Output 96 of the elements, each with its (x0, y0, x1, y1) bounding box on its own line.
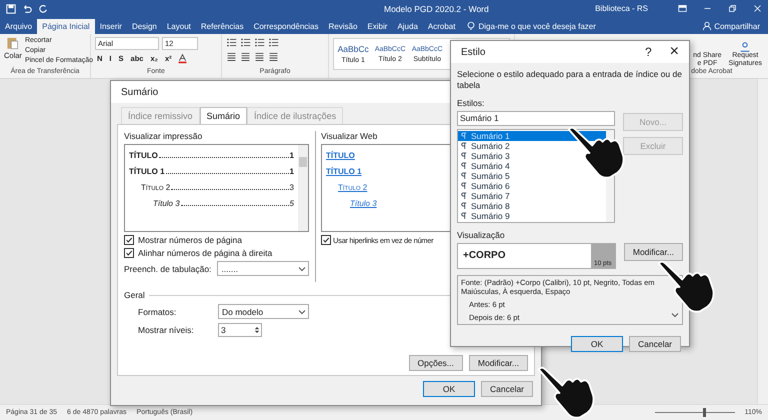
pilcrow-icon (461, 172, 467, 180)
ribbon-tab[interactable]: Exibir (362, 19, 392, 34)
align-icon[interactable] (226, 51, 237, 62)
ribbon-tab[interactable]: Design (126, 19, 162, 34)
checkbox[interactable] (124, 248, 134, 258)
style-name-field[interactable]: Sumário 1 (457, 111, 615, 126)
ribbon-tab[interactable]: Inserir (94, 19, 127, 34)
ribbon-tab[interactable]: Arquivo (0, 19, 38, 34)
list-icon[interactable] (226, 37, 237, 48)
style-list-item[interactable]: Sumário 7 (458, 191, 606, 201)
dialog-tab[interactable]: Sumário (200, 107, 248, 124)
field-label: Mostrar níveis: (138, 325, 195, 335)
lightbulb-icon (466, 21, 476, 31)
cancel-button[interactable]: Cancelar (481, 381, 533, 397)
instruction-text: Selecione o estilo adequado para a entrada de índice ou de tabela (457, 69, 683, 91)
tell-me-field[interactable]: Diga-me o que você deseja fazer (478, 19, 596, 34)
tab-leader-dropdown[interactable]: ....... (217, 261, 309, 276)
checkbox-label[interactable]: Mostrar números de página (138, 235, 242, 245)
section-label: Visualização (457, 230, 506, 240)
save-icon[interactable] (6, 4, 16, 14)
toc-link[interactable]: TÍTULO 1 (326, 167, 362, 176)
toc-entry: Título 2 3 (140, 183, 294, 192)
scroll-down-icon[interactable] (671, 312, 679, 318)
ribbon-tab[interactable]: Acrobat (422, 19, 460, 34)
ok-button[interactable]: OK (423, 381, 475, 397)
person-icon (702, 21, 712, 31)
pilcrow-icon (461, 202, 467, 210)
list-icon[interactable] (254, 37, 265, 48)
field-label: Preench. de tabulação: (124, 264, 212, 274)
share-button[interactable]: Compartilhar (714, 19, 760, 34)
checkbox[interactable] (321, 235, 331, 245)
ok-button[interactable]: OK (571, 336, 623, 352)
style-list-item[interactable]: Sumário 8 (458, 201, 606, 211)
checkmark-icon (322, 236, 330, 244)
pilcrow-icon (461, 152, 467, 160)
align-icon[interactable] (254, 51, 265, 62)
cancel-button[interactable]: Cancelar (629, 336, 681, 352)
pilcrow-icon (461, 182, 467, 190)
preview-text: +CORPO (462, 249, 507, 263)
scrollbar[interactable] (757, 79, 768, 404)
levels-spinbox[interactable]: 3 (218, 323, 262, 337)
checkbox[interactable] (124, 235, 134, 245)
style-list-item[interactable]: Sumário 3 (458, 151, 606, 161)
toc-link[interactable]: Título 2 (338, 183, 368, 192)
account-name: Biblioteca - RS (595, 4, 648, 13)
toc-entry: TÍTULO 1 (129, 151, 294, 160)
toc-entry: Título 3 5 (152, 199, 294, 208)
toc-entry: TÍTULO 1 1 (129, 167, 294, 176)
dialog-button[interactable]: Opções... (408, 355, 463, 371)
field-label: Estilos: (457, 98, 486, 108)
caret-icon (298, 266, 306, 272)
scrollbar[interactable] (298, 145, 308, 231)
modify-button[interactable]: Modificar... (624, 243, 683, 261)
undo-icon[interactable] (22, 4, 32, 14)
close-button[interactable]: × (670, 43, 679, 61)
style-list-item[interactable]: Sumário 9 (458, 211, 606, 221)
ribbon-tab[interactable]: Referências (196, 19, 249, 34)
field-label: Formatos: (138, 306, 178, 316)
style-list-item[interactable]: Sumário 2 (458, 141, 606, 151)
ribbon-display-icon[interactable] (678, 4, 687, 13)
section-label: Visualizar Web (321, 131, 378, 141)
ribbon-tab[interactable]: Revisão (324, 19, 362, 34)
list-icon[interactable] (268, 37, 279, 48)
help-button[interactable]: ? (644, 45, 652, 59)
section-label: Visualizar impressão (124, 131, 204, 141)
toc-link[interactable]: TÍTULO (326, 151, 355, 160)
align-icon[interactable] (268, 51, 279, 62)
toc-link[interactable]: Título 3 (350, 199, 377, 208)
pilcrow-icon (461, 162, 467, 170)
font-color-icon[interactable] (176, 53, 188, 64)
style-list-item[interactable]: Sumário 6 (458, 181, 606, 191)
pointing-hand-icon (536, 364, 596, 420)
dialog-button[interactable]: Modificar... (468, 355, 528, 371)
list-icon[interactable] (240, 37, 251, 48)
ribbon-tab[interactable]: Layout (162, 19, 196, 34)
ribbon-tab[interactable]: Ajuda (392, 19, 423, 34)
close-icon[interactable] (753, 4, 762, 13)
pilcrow-icon (461, 142, 467, 150)
formats-dropdown[interactable]: Do modelo (218, 304, 309, 319)
redo-icon[interactable] (38, 4, 48, 14)
dialog-title: Estilo (461, 46, 486, 58)
ribbon-tab[interactable]: Página Inicial (37, 19, 95, 34)
align-icon[interactable] (240, 51, 251, 62)
pointing-hand-icon (656, 258, 716, 314)
ribbon-tab[interactable]: Correspondências (248, 19, 324, 34)
pilcrow-icon (461, 192, 467, 200)
restore-icon[interactable] (728, 4, 737, 13)
signature-icon (739, 42, 752, 52)
spin-arrows-icon (254, 325, 260, 335)
pilcrow-icon (461, 212, 467, 220)
window-title: Modelo PGD 2020.2 - Word (384, 4, 489, 14)
section-label: Geral (124, 290, 145, 300)
caret-icon (298, 308, 306, 314)
pilcrow-icon (461, 132, 467, 140)
dialog-title: Sumário (121, 86, 158, 98)
checkbox-label[interactable]: Alinhar números de página à direita (138, 248, 272, 258)
